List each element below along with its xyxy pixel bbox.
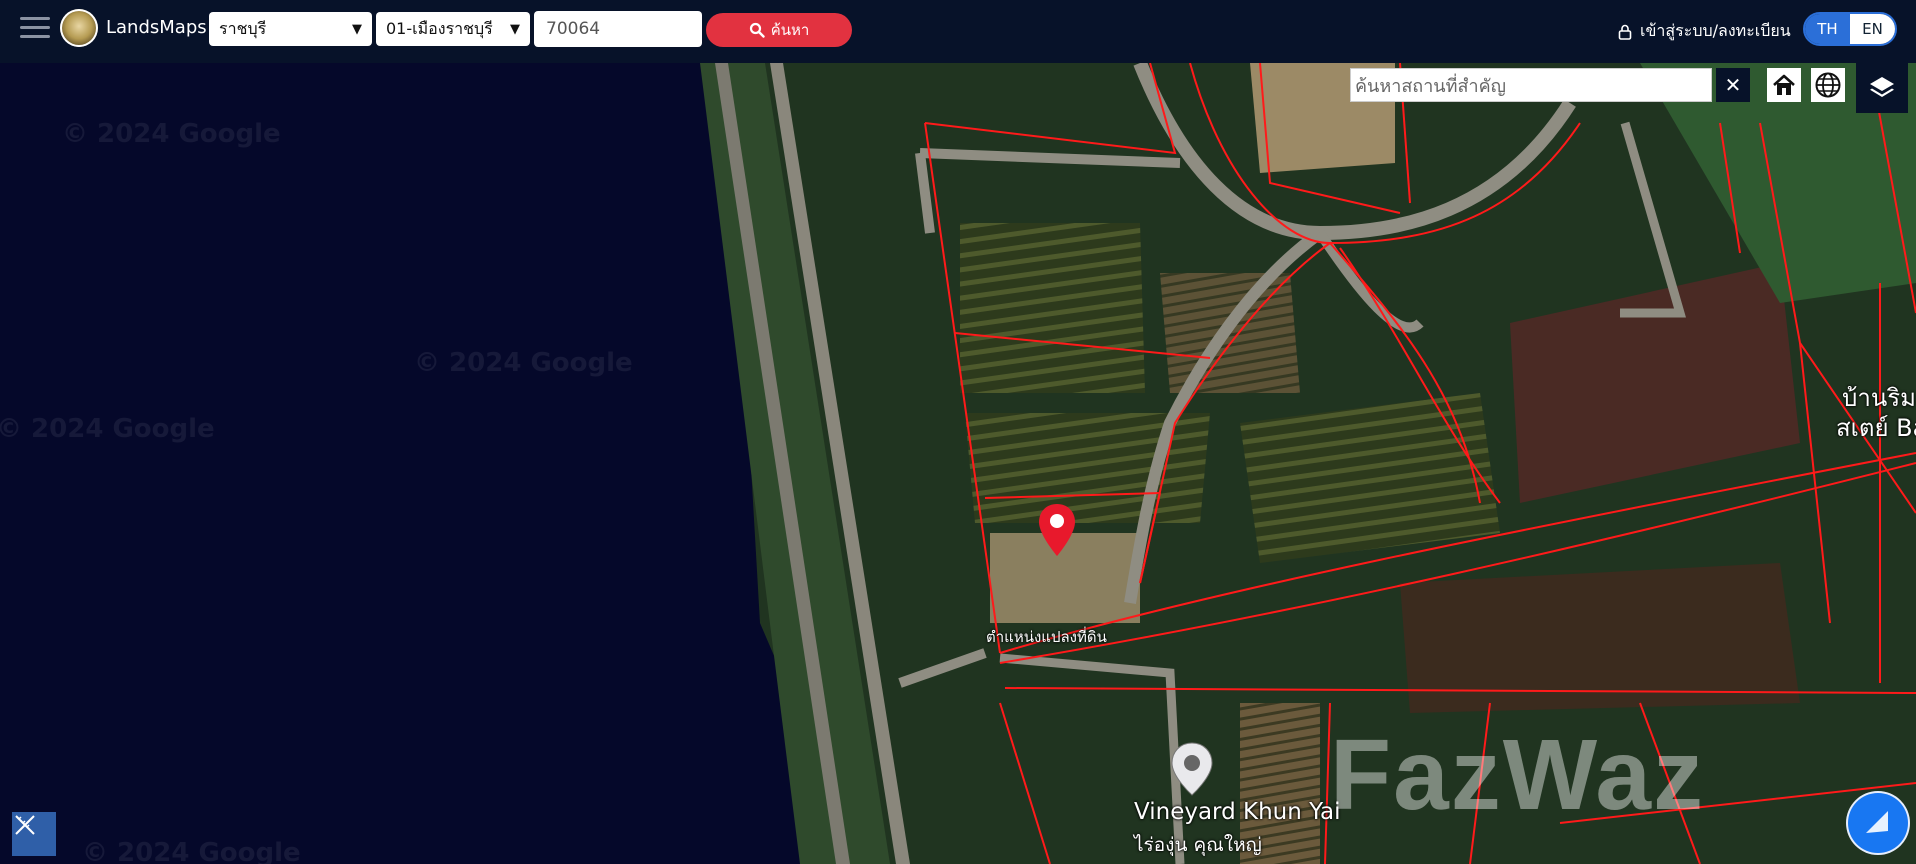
province-value: ราชบุรี bbox=[219, 18, 267, 38]
top-bar: LandsMaps ราชบุรี ▼ 01-เมืองราชบุรี ▼ 70… bbox=[0, 0, 1916, 63]
place-search-input[interactable]: ค้นหาสถานที่สำคัญ bbox=[1350, 68, 1712, 102]
measure-tool-button[interactable] bbox=[12, 812, 56, 856]
map-watermark: © 2024 Google bbox=[82, 838, 301, 864]
home-icon bbox=[1773, 74, 1795, 95]
ruler-pencil-icon bbox=[15, 815, 35, 835]
search-icon bbox=[749, 22, 765, 38]
chat-icon bbox=[1866, 811, 1888, 833]
home-button[interactable] bbox=[1767, 68, 1801, 102]
place-search-placeholder: ค้นหาสถานที่สำคัญ bbox=[1355, 75, 1506, 97]
poi-marker-icon[interactable] bbox=[1168, 740, 1216, 798]
chat-bubble-button[interactable] bbox=[1848, 793, 1908, 853]
map-canvas[interactable]: © 2024 Google © 2024 Google © 2024 Googl… bbox=[0, 63, 1916, 864]
lang-en-button[interactable]: EN bbox=[1850, 14, 1895, 44]
layers-icon bbox=[1870, 77, 1894, 97]
village-label-line1: บ้านริม bbox=[1842, 384, 1916, 412]
postcode-input[interactable]: 70064 bbox=[534, 11, 702, 47]
village-label: บ้านริม สเตย์ Ba bbox=[1836, 383, 1916, 443]
pin-label: ตำแหน่งแปลงที่ดิน bbox=[986, 628, 1107, 646]
layers-button[interactable] bbox=[1856, 63, 1908, 113]
brand-name[interactable]: LandsMaps bbox=[106, 17, 207, 38]
landsmaps-logo[interactable] bbox=[60, 9, 98, 47]
poi-name-en: Vineyard Khun Yai bbox=[1134, 799, 1341, 825]
lang-th-button[interactable]: TH bbox=[1805, 14, 1850, 44]
search-button-label: ค้นหา bbox=[770, 21, 810, 39]
globe-button[interactable] bbox=[1811, 68, 1845, 102]
map-watermark: © 2024 Google bbox=[62, 119, 281, 149]
lock-icon bbox=[1618, 24, 1632, 40]
language-toggle: TH EN bbox=[1803, 12, 1897, 46]
postcode-value: 70064 bbox=[546, 19, 601, 39]
chevron-down-icon: ▼ bbox=[352, 21, 362, 37]
village-label-line2: สเตย์ Ba bbox=[1836, 414, 1916, 442]
location-pin-icon[interactable] bbox=[1037, 502, 1077, 558]
province-select[interactable]: ราชบุรี ▼ bbox=[209, 12, 372, 46]
map-watermark: © 2024 Google bbox=[0, 414, 215, 444]
district-select[interactable]: 01-เมืองราชบุรี ▼ bbox=[376, 12, 530, 46]
chevron-down-icon: ▼ bbox=[510, 21, 520, 37]
login-label: เข้าสู่ระบบ/ลงทะเบียน bbox=[1640, 21, 1791, 40]
district-value: 01-เมืองราชบุรี bbox=[386, 18, 493, 38]
poi-name-th: ไร่องุ่น คุณใหญ่ bbox=[1134, 834, 1262, 856]
globe-icon bbox=[1815, 72, 1841, 98]
brand-watermark: FazWaz bbox=[1330, 719, 1705, 831]
map-watermark: © 2024 Google bbox=[414, 348, 633, 378]
login-link[interactable]: เข้าสู่ระบบ/ลงทะเบียน bbox=[1618, 19, 1791, 44]
menu-icon[interactable] bbox=[20, 17, 50, 41]
search-button[interactable]: ค้นหา bbox=[706, 13, 852, 47]
clear-search-button[interactable]: ✕ bbox=[1716, 68, 1750, 102]
